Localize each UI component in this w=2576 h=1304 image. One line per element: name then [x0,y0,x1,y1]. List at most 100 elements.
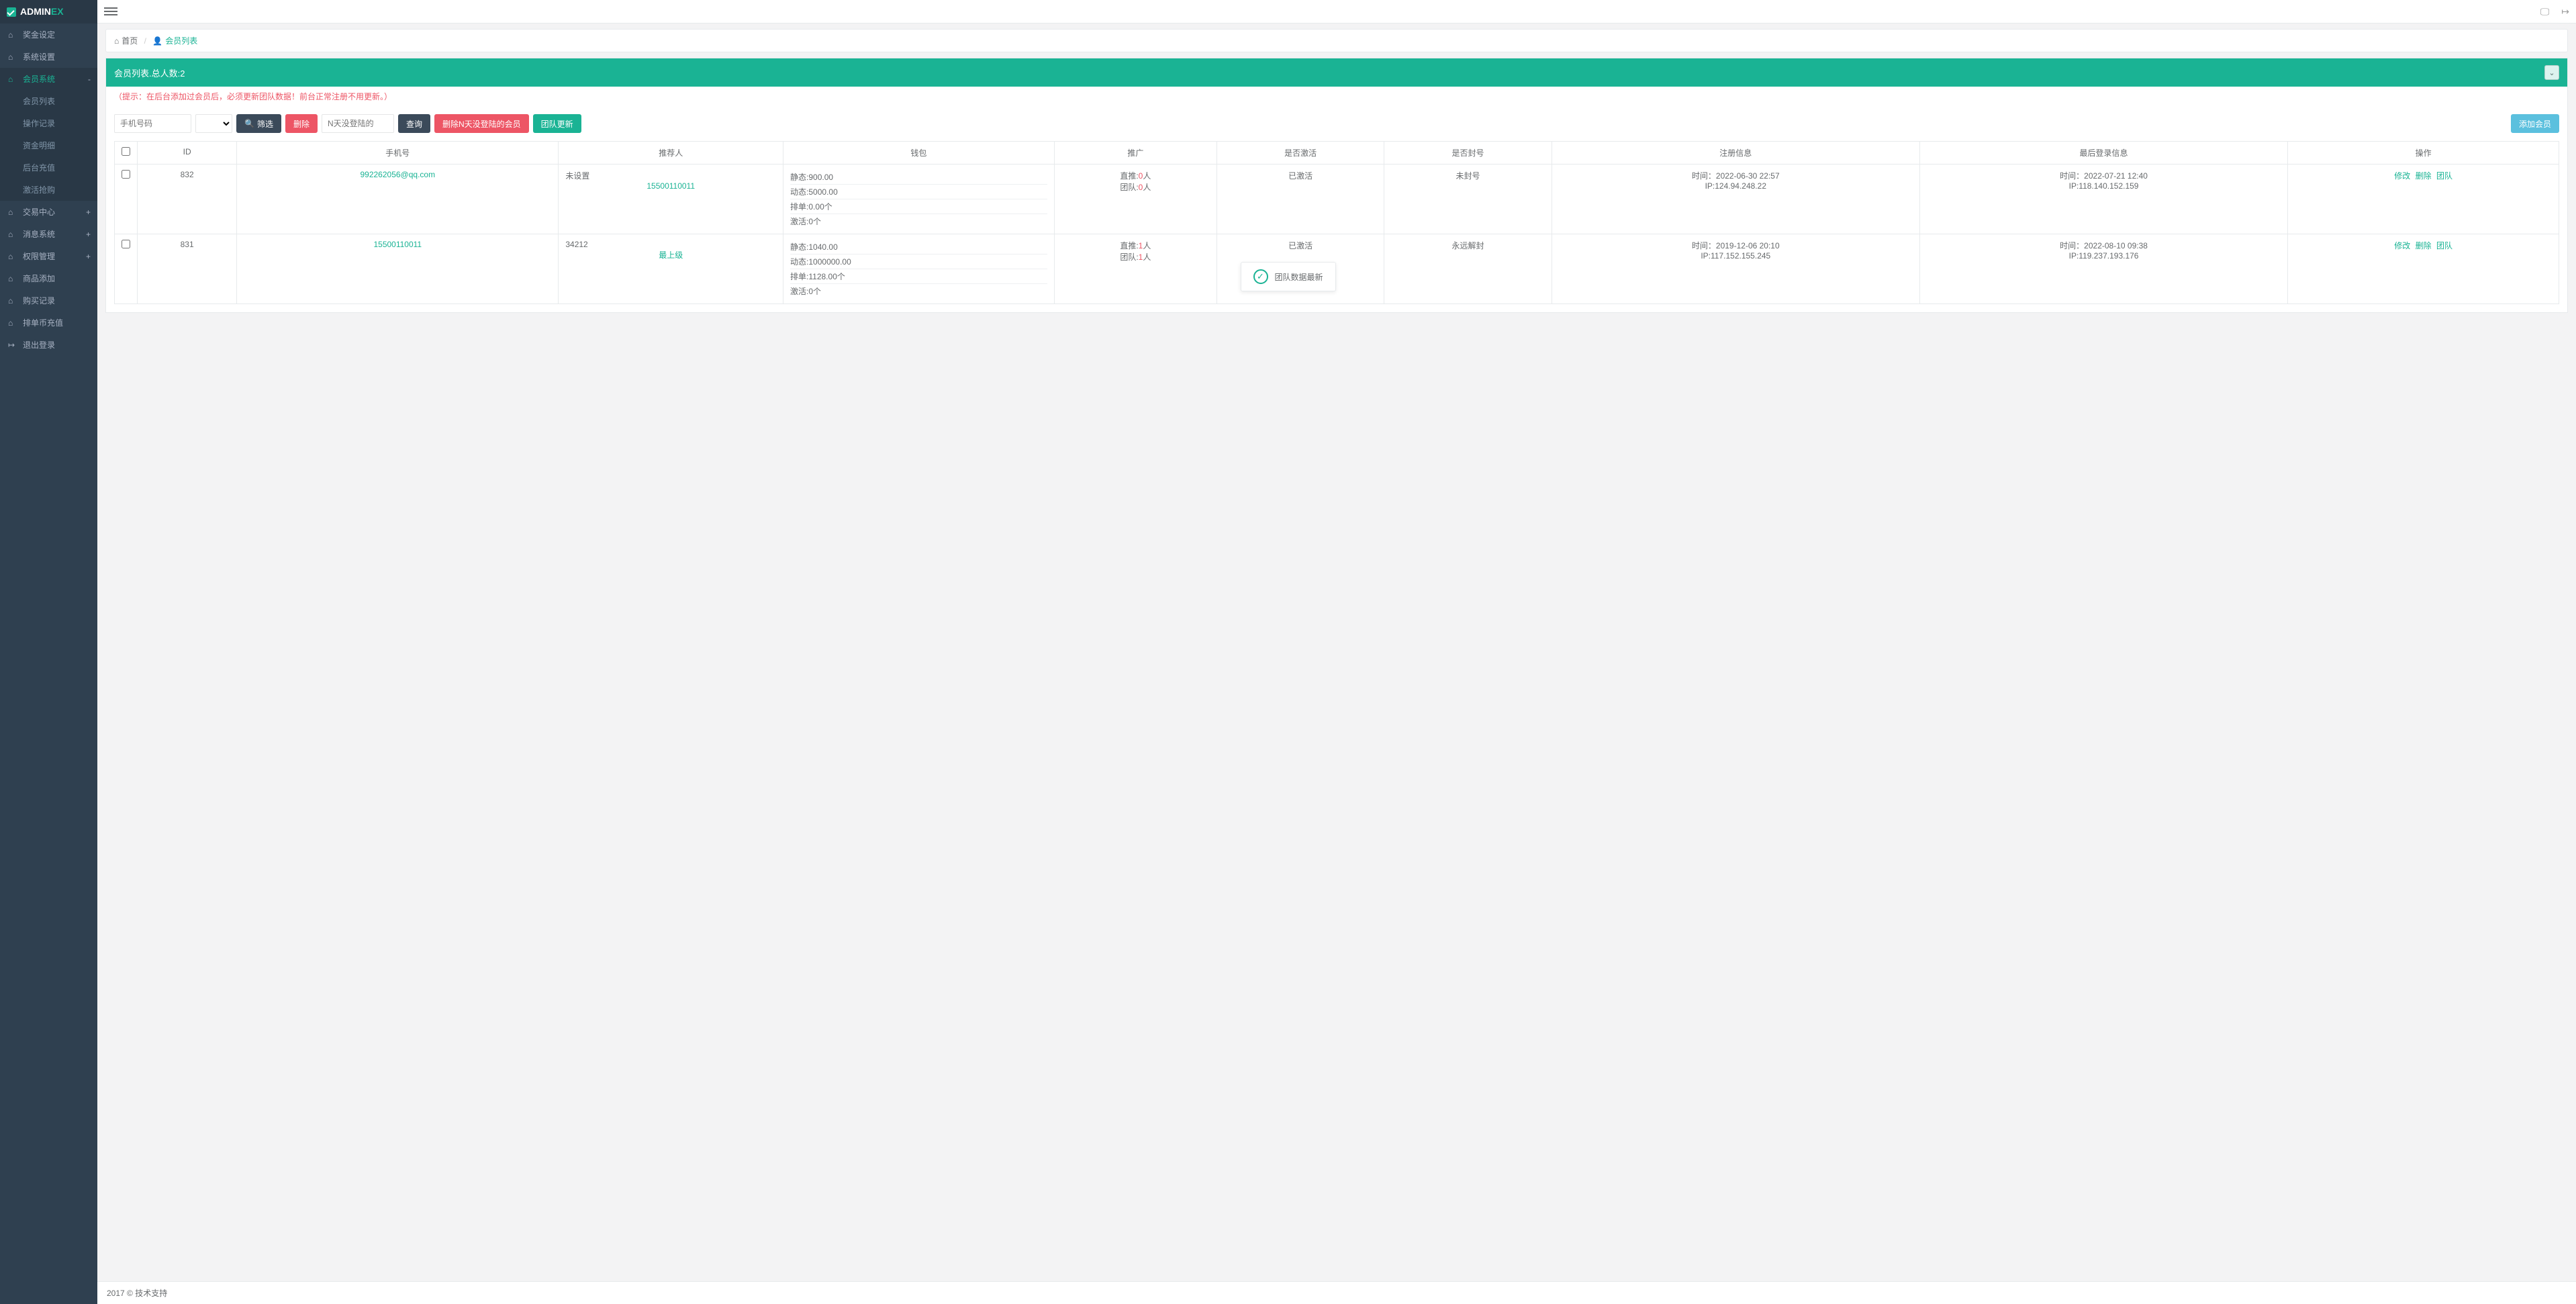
delete-link[interactable]: 删除 [2416,241,2432,250]
brand-text-b: EX [51,0,64,24]
days-input[interactable] [322,114,394,133]
signout-icon: ↦ [8,340,17,350]
sidebar-item-label: 商品添加 [23,273,55,284]
search-icon: 🔍 [244,119,254,128]
table-header: 注册信息 [1552,142,1919,165]
cell-blocked: 永远解封 [1384,234,1552,304]
sidebar-item-label: 交易中心 [23,206,55,218]
plus-icon: + [86,252,91,261]
brand-text-a: ADMIN [20,0,51,24]
sidebar-item-label: 会员系统 [23,73,55,85]
sidebar-item-6[interactable]: ⌂ 商品添加 [0,267,97,289]
home-icon: ⌂ [8,318,17,328]
filter-button[interactable]: 🔍筛选 [236,114,281,133]
cell-wallet: 静态:900.00动态:5000.00排单:0.00个激活:0个 [783,165,1055,234]
cell-lastlogin: 时间：2022-07-21 12:40IP:118.140.152.159 [1919,165,2287,234]
member-table: ID手机号推荐人钱包推广是否激活是否封号注册信息最后登录信息操作 8329922… [114,141,2559,304]
cell-promo: 直推:1人团队:1人 [1054,234,1217,304]
table-row: 8311550011001134212最上级静态:1040.00动态:10000… [115,234,2559,304]
query-button[interactable]: 查询 [398,114,430,133]
cell-activated: 已激活 [1217,165,1384,234]
phone-link[interactable]: 15500110011 [373,240,422,249]
referrer-link[interactable]: 最上级 [659,250,683,260]
cell-referrer: 未设置15500110011 [559,165,783,234]
table-header: 推广 [1054,142,1217,165]
sidebar-item-label: 购买记录 [23,295,55,306]
sidebar-item-label: 排单币充值 [23,317,63,328]
filter-select[interactable] [195,114,232,133]
team-link[interactable]: 团队 [2436,241,2452,250]
sidebar-subitem-2-2[interactable]: 资金明细 [0,134,97,156]
sidebar-item-label: 消息系统 [23,228,55,240]
cell-phone: 992262056@qq.com [237,165,559,234]
delete-link[interactable]: 删除 [2416,171,2432,181]
minus-icon: - [88,75,91,84]
toast-text: 团队数据最新 [1274,271,1323,283]
sidebar-item-4[interactable]: ⌂ 消息系统 + [0,223,97,245]
row-checkbox[interactable] [122,170,130,179]
cell-promo: 直推:0人团队:0人 [1054,165,1217,234]
breadcrumb: ⌂首页 / 👤会员列表 [105,29,2568,52]
cell-id: 831 [138,234,237,304]
sidebar-subitem-2-3[interactable]: 后台充值 [0,156,97,179]
topbar: 🖵 ↦ [97,0,2576,24]
sidebar-item-8[interactable]: ⌂ 排单币充值 [0,312,97,334]
sidebar-item-3[interactable]: ⌂交易中心+ [0,201,97,223]
sidebar-item-2[interactable]: ⌂会员系统- [0,68,97,90]
content: ⌂首页 / 👤会员列表 会员列表.总人数:2 ⌄ （提示：在后台添加过会员后，必… [97,24,2576,1281]
edit-link[interactable]: 修改 [2394,171,2410,181]
sidebar-item-label: 退出登录 [23,339,55,351]
referrer-link[interactable]: 15500110011 [647,181,695,191]
delete-button[interactable]: 删除 [285,114,318,133]
home-icon: ⌂ [8,296,17,306]
table-body: 832992262056@qq.com未设置15500110011静态:900.… [115,165,2559,304]
sidebar-subitem-2-1[interactable]: 操作记录 [0,112,97,134]
home-icon: ⌂ [8,252,17,261]
phone-link[interactable]: 992262056@qq.com [360,170,435,179]
sidebar-item-0[interactable]: ⌂奖金设定 [0,24,97,46]
select-all-checkbox[interactable] [122,147,130,156]
panel-title: 会员列表.总人数:2 [114,66,185,79]
breadcrumb-current[interactable]: 会员列表 [165,36,197,46]
team-update-button[interactable]: 团队更新 [533,114,581,133]
sidebar: ADMINEX ⌂奖金设定⌂系统设置⌂会员系统-会员列表操作记录资金明细后台充值… [0,0,97,1304]
table-header: 钱包 [783,142,1055,165]
home-icon: ⌂ [8,274,17,283]
main: 🖵 ↦ ⌂首页 / 👤会员列表 会员列表.总人数:2 ⌄ （提示：在后台添加过会… [97,0,2576,1304]
table-header-row: ID手机号推荐人钱包推广是否激活是否封号注册信息最后登录信息操作 [115,142,2559,165]
panel-header: 会员列表.总人数:2 ⌄ [106,58,2567,87]
check-circle-icon: ✓ [1253,269,1268,284]
sidebar-item-5[interactable]: ⌂权限管理+ [0,245,97,267]
sidebar-subitem-2-0[interactable]: 会员列表 [0,90,97,112]
sidebar-item-7[interactable]: ⌂ 购买记录 [0,289,97,312]
laptop-icon[interactable]: 🖵 [2540,6,2550,17]
topbar-right: 🖵 ↦ [2540,6,2569,17]
add-member-button[interactable]: 添加会员 [2511,114,2559,133]
row-checkbox[interactable] [122,240,130,248]
delete-inactive-button[interactable]: 删除N天没登陆的会员 [434,114,529,133]
team-link[interactable]: 团队 [2436,171,2452,181]
plus-icon: + [86,230,91,239]
table-header: 是否激活 [1217,142,1384,165]
cell-actions: 修改 删除 团队 [2288,234,2559,304]
sidebar-item-9[interactable]: ↦ 退出登录 [0,334,97,356]
panel-collapse-button[interactable]: ⌄ [2544,65,2559,80]
sidebar-item-1[interactable]: ⌂系统设置 [0,46,97,68]
home-icon: ⌂ [8,52,17,62]
user-icon: 👤 [152,36,162,46]
plus-icon: + [86,207,91,217]
edit-link[interactable]: 修改 [2394,241,2410,250]
table-header: ID [138,142,237,165]
home-icon: ⌂ [8,230,17,239]
sidebar-item-label: 奖金设定 [23,29,55,40]
logout-icon[interactable]: ↦ [2561,6,2569,17]
panel-tools: ⌄ [2544,65,2559,80]
phone-input[interactable] [114,114,191,133]
menu-toggle-icon[interactable] [104,7,117,15]
breadcrumb-home[interactable]: 首页 [122,36,138,46]
sidebar-nav: ⌂奖金设定⌂系统设置⌂会员系统-会员列表操作记录资金明细后台充值激活抢购⌂交易中… [0,24,97,356]
table-header: 推荐人 [559,142,783,165]
cell-lastlogin: 时间：2022-08-10 09:38IP:119.237.193.176 [1919,234,2287,304]
table-header: 手机号 [237,142,559,165]
sidebar-subitem-2-4[interactable]: 激活抢购 [0,179,97,201]
